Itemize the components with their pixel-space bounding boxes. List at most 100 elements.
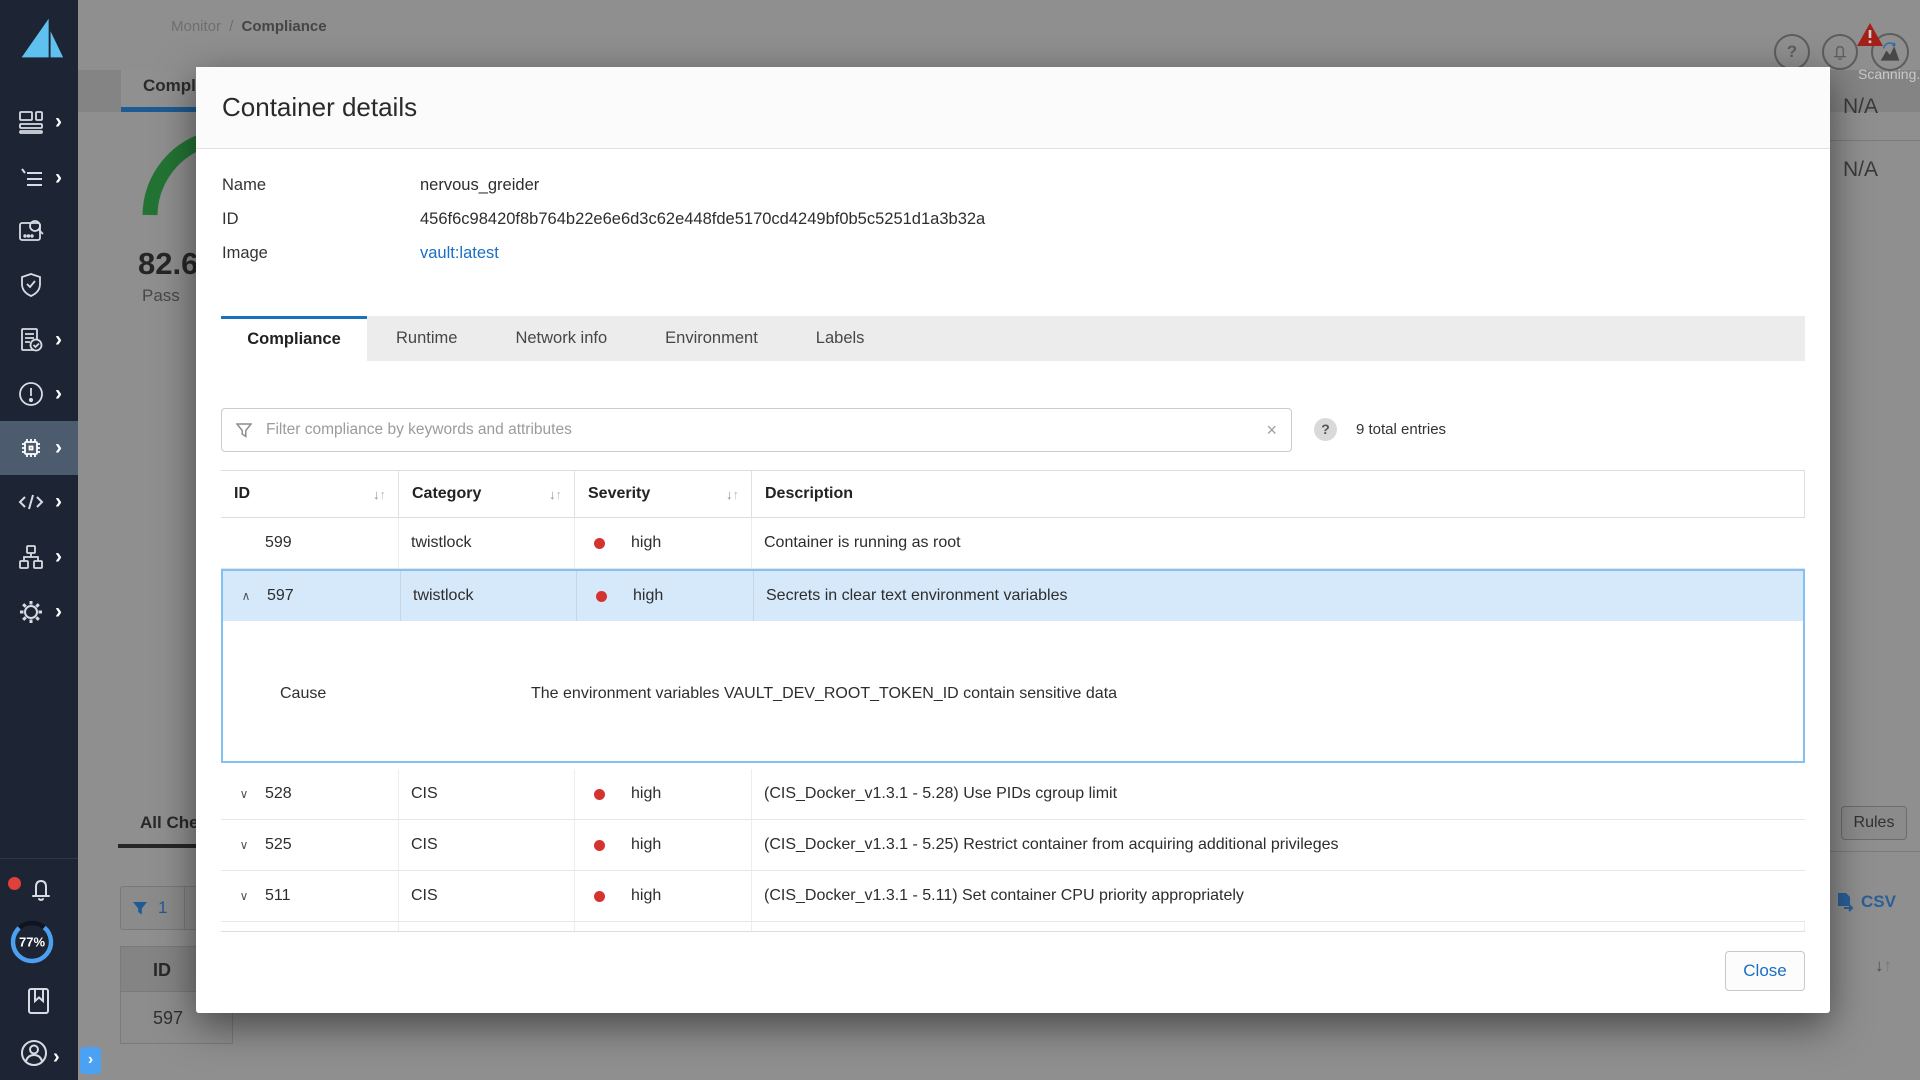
chevron-up-icon[interactable]: ∧	[237, 589, 255, 603]
row-category: CIS	[399, 871, 575, 921]
sidebar-item-image-scan[interactable]	[0, 204, 78, 258]
sort-icon[interactable]: ↓↑	[373, 487, 398, 502]
funnel-icon	[132, 901, 148, 916]
row-category: CIS	[399, 820, 575, 870]
modal-title: Container details	[222, 67, 417, 147]
col-header-description: Description	[752, 471, 1805, 517]
sort-icon[interactable]: ↓↑	[1875, 956, 1892, 976]
sidebar-item-code[interactable]: ›	[0, 475, 78, 529]
gauge-value: 82.6	[138, 246, 198, 282]
table-row-511[interactable]: ∨511 CIS high (CIS_Docker_v1.3.1 - 5.11)…	[221, 871, 1805, 922]
network-icon	[17, 543, 45, 571]
sidebar-item-topology[interactable]: ›	[0, 530, 78, 584]
col-header-category[interactable]: Category ↓↑	[399, 471, 575, 517]
cause-label: Cause	[280, 685, 326, 703]
bg-value-na-1: N/A	[1843, 95, 1878, 119]
sidebar-divider	[0, 858, 78, 859]
severity-label: high	[631, 887, 661, 905]
table-header-row: ID ↓↑ Category ↓↑ Severity ↓↑ Descriptio…	[221, 470, 1805, 518]
row-category: CIS	[399, 769, 575, 819]
funnel-icon	[236, 423, 252, 438]
chevron-right-icon: ›	[55, 600, 62, 624]
table-row-partial	[221, 922, 1805, 932]
account-icon[interactable]	[19, 1038, 49, 1068]
divider	[1830, 851, 1920, 852]
compliance-filter: ×	[221, 408, 1292, 452]
row-description: Container is running as root	[752, 518, 1805, 568]
table-row-597-selected[interactable]: ∧597 twistlock high Secrets in clear tex…	[223, 571, 1803, 621]
chevron-right-icon: ›	[55, 490, 62, 514]
row-detail-panel: Cause The environment variables VAULT_DE…	[223, 621, 1803, 761]
chevron-right-icon: ›	[53, 1046, 60, 1069]
filter-input[interactable]	[264, 420, 1266, 440]
sort-icon[interactable]: ↓↑	[549, 487, 574, 502]
image-link[interactable]: vault:latest	[420, 244, 499, 263]
sidebar-expand-button[interactable]: ›	[80, 1047, 101, 1074]
update-progress-ring[interactable]: 77%	[8, 918, 56, 966]
chevron-down-icon[interactable]: ∨	[235, 838, 253, 852]
app-logo[interactable]	[12, 12, 66, 66]
field-value-id: 456f6c98420f8b764b22e6e6d3c62e448fde5170…	[420, 210, 985, 229]
chip-icon	[17, 434, 45, 462]
clear-filter-icon[interactable]: ×	[1266, 420, 1277, 441]
compliance-table: ID ↓↑ Category ↓↑ Severity ↓↑ Descriptio…	[221, 470, 1805, 932]
row-id: 525	[265, 836, 292, 854]
severity-label: high	[631, 534, 661, 552]
sidebar-item-containers-selected[interactable]: ›	[0, 421, 78, 475]
tab-compliance[interactable]: Compliance	[221, 316, 367, 361]
severity-dot	[596, 591, 607, 602]
notification-dot	[8, 877, 21, 890]
row-id: 528	[265, 785, 292, 803]
chevron-down-icon[interactable]: ∨	[235, 787, 253, 801]
filter-help-icon[interactable]: ?	[1314, 418, 1337, 441]
severity-dot	[594, 891, 605, 902]
sidebar-item-settings[interactable]: ›	[0, 585, 78, 639]
severity-dot	[594, 789, 605, 800]
radar-list-icon	[17, 164, 45, 192]
sort-icon[interactable]: ↓↑	[726, 487, 751, 502]
chevron-down-icon[interactable]: ∨	[235, 889, 253, 903]
col-header-severity[interactable]: Severity ↓↑	[575, 471, 752, 517]
row-description: (CIS_Docker_v1.3.1 - 5.25) Restrict cont…	[752, 820, 1805, 870]
gauge-label: Pass	[142, 286, 180, 306]
col-header-id[interactable]: ID ↓↑	[221, 471, 399, 517]
table-row-525[interactable]: ∨525 CIS high (CIS_Docker_v1.3.1 - 5.25)…	[221, 820, 1805, 871]
sidebar-item-radar[interactable]: ›	[0, 151, 78, 205]
tab-labels[interactable]: Labels	[787, 316, 894, 361]
severity-label: high	[631, 785, 661, 803]
row-description: (CIS_Docker_v1.3.1 - 5.11) Set container…	[752, 871, 1805, 921]
sidebar-item-alerts[interactable]: ›	[0, 367, 78, 421]
breadcrumb-section[interactable]: Monitor	[171, 18, 221, 35]
bg-value-na-2: N/A	[1843, 158, 1878, 182]
help-button[interactable]: ?	[1774, 34, 1810, 70]
chevron-right-icon: ›	[55, 382, 62, 406]
container-details-modal: Container details Name nervous_greider I…	[196, 67, 1830, 1013]
dashboard-icon	[17, 108, 45, 136]
bell-icon	[1830, 42, 1850, 62]
rules-button[interactable]: Rules	[1841, 806, 1907, 840]
progress-percent: 77%	[19, 935, 45, 950]
bell-icon[interactable]	[26, 874, 56, 904]
expanded-row-group-597: ∧597 twistlock high Secrets in clear tex…	[221, 569, 1805, 763]
tab-runtime[interactable]: Runtime	[367, 316, 486, 361]
table-row-599[interactable]: 599 twistlock high Container is running …	[221, 518, 1805, 569]
tab-network-info[interactable]: Network info	[486, 316, 636, 361]
severity-label: high	[633, 587, 663, 605]
chevron-right-icon: ›	[55, 545, 62, 569]
sidebar-item-defend[interactable]	[0, 258, 78, 312]
total-entries-label: 9 total entries	[1356, 421, 1446, 438]
image-scan-icon	[17, 217, 45, 245]
close-button[interactable]: Close	[1725, 951, 1805, 991]
filter-count: 1	[158, 898, 167, 918]
notifications-button[interactable]	[1822, 34, 1858, 70]
csv-export-link[interactable]: CSV	[1836, 892, 1896, 912]
sidebar-item-compliance[interactable]: ›	[0, 313, 78, 367]
divider	[1830, 140, 1920, 141]
breadcrumb-page: Compliance	[242, 18, 327, 35]
table-row-528[interactable]: ∨528 CIS high (CIS_Docker_v1.3.1 - 5.28)…	[221, 769, 1805, 820]
csv-export-icon	[1836, 892, 1855, 912]
tab-environment[interactable]: Environment	[636, 316, 787, 361]
field-label-id: ID	[222, 210, 239, 229]
sidebar-item-dashboard[interactable]: ›	[0, 95, 78, 149]
book-icon[interactable]	[24, 986, 54, 1016]
